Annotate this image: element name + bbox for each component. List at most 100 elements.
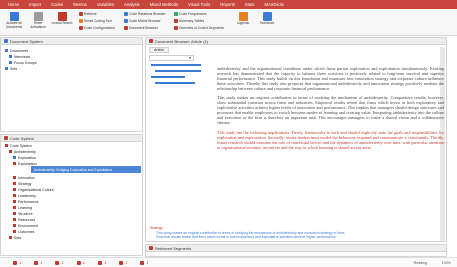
browser-tab[interactable]: Article [149,47,169,53]
overview-segments-button[interactable]: Overview of Coded Segments [174,26,224,30]
code-label: Structure [18,211,33,216]
summary-tables-button[interactable]: Summary Tables [174,19,204,23]
code-stripe-area [149,64,209,86]
reset-activations-label: Reset Activations [30,21,46,29]
menu-import[interactable]: Import [24,2,46,7]
code-row[interactable]: Resources [13,217,35,222]
code-row[interactable]: Performance [13,199,39,204]
code-system-title-text: Code System [10,135,35,141]
code-label: Organisational Culture [18,187,54,192]
code-label: Exploitation [18,161,37,166]
code-label: Innovation [18,175,35,180]
code-frequencies-button[interactable]: Code Frequencies [174,12,207,16]
retrieved-segments-panel: Retrieved Segments [145,244,447,257]
configurations-icon [79,26,83,30]
code-color-icon [13,188,16,191]
status-item[interactable]: 1 [55,260,64,265]
code-label: Resources [18,217,36,222]
code-row[interactable]: Ambidexterity [9,149,36,154]
status-item[interactable]: 1 [34,260,42,265]
menu-stats[interactable]: Stats [240,2,260,7]
code-stripe[interactable] [151,64,201,66]
code-stripe[interactable] [151,76,185,78]
document-browser-button[interactable]: Document Browser [124,26,158,30]
doc-tree-row[interactable]: Sets [5,66,17,71]
menu-reports[interactable]: Reports [215,2,240,7]
status-item[interactable]: 1 [119,260,127,265]
paragraph: This study makes an original contributio… [217,95,444,126]
retrieved-list: Strategy This study makes an original con… [150,226,440,240]
code-row[interactable]: Innovation [13,175,35,180]
menu-analysis[interactable]: Analysis [119,2,145,7]
code-matrix-button[interactable]: Code Matrix Browser [124,19,161,23]
smart-coding-button[interactable]: Smart Coding Tool [79,19,112,23]
ribbon: Activate all Documents Reset Activations… [0,9,457,36]
code-row[interactable]: Exploration [13,155,36,160]
code-row[interactable]: Leadership [13,193,36,198]
status-item[interactable]: 1 [97,260,106,265]
doc-tree-label: Focus Groups [14,60,37,65]
code-frequencies-label: Code Frequencies [179,12,207,16]
matrix-icon [124,19,128,23]
teamwork-button[interactable]: Teamwork [256,12,278,26]
code-tree-root[interactable]: Code System [5,143,32,148]
code-stripe[interactable] [155,82,195,84]
code-row[interactable]: Structure [13,211,33,216]
code-row[interactable]: Learning [13,205,32,210]
status-bar: 1 1 1 1 1 1 1 Reading 100% [0,257,457,267]
document-text[interactable]: ambidexterity and the organizational con… [217,66,444,154]
chevron-down-icon: ▾ [189,56,191,60]
lexical-search-button[interactable]: Lexical Search [51,12,73,26]
code-system-title: Code System [1,135,142,142]
code-row[interactable]: Organisational Culture [13,187,54,192]
code-row[interactable]: Outcomes [13,229,34,234]
activate-all-button[interactable]: Activate all Documents [3,12,25,29]
retrieved-row[interactable]: Empirical results reveal that firms whic… [150,235,440,240]
code-label: Outcomes [18,229,35,234]
status-item[interactable]: 1 [140,260,149,265]
code-color-icon [9,150,12,153]
code-tooltip: Ambidexterity: Bridging Exploration and … [31,166,141,173]
menu-codes[interactable]: Codes [46,2,68,7]
logbook-button[interactable]: Logbook [232,12,254,26]
status-item[interactable]: 1 [13,260,21,265]
logbook-icon [238,12,248,21]
reset-activations-button[interactable]: Reset Activations [27,12,49,29]
code-color-icon [13,156,16,159]
browser-tab-label: Article [154,48,164,52]
menu-visual-tools[interactable]: Visual Tools [183,2,215,7]
status-icon [76,260,81,265]
code-relations-button[interactable]: Code Relations Browser [124,12,166,16]
tooltip-text: Ambidexterity: Bridging Exploration and … [34,167,112,172]
code-row[interactable]: Environment [13,223,38,228]
code-color-icon [13,176,16,179]
document-system-icon [4,39,8,43]
status-item[interactable]: 1 [76,260,85,265]
retrieve-button[interactable]: Retrieve [79,12,97,16]
code-row[interactable]: Strategy [13,181,31,186]
code-row[interactable]: Sets [9,235,21,240]
doc-tree-row[interactable]: Interviews [9,54,30,59]
browser-dropdown[interactable]: ▾ [149,55,194,61]
code-color-icon [13,224,16,227]
doc-tree-row[interactable]: Focus Groups [9,60,37,65]
menu-memos[interactable]: Memos [68,2,92,7]
code-stripe[interactable] [155,70,201,72]
menu-mixed-methods[interactable]: Mixed Methods [145,2,183,7]
retrieved-segments-title: Retrieved Segments [146,245,446,252]
document-browser-title-text: Document Browser: Article (1) [155,38,209,44]
code-label: Sets [14,235,22,240]
reset-icon [33,12,43,21]
status-count: 1 [146,260,149,265]
doc-tree-row[interactable]: Documents [5,48,28,53]
retrieved-icon [149,246,153,250]
menu-maxdictio[interactable]: MAXDictio [259,2,289,7]
doc-tree-label: Sets [10,66,18,71]
logbook-label: Logbook [236,21,250,25]
menu-home[interactable]: Home [3,2,24,7]
relations-icon [124,12,128,16]
code-configurations-button[interactable]: Code Configurations [79,26,115,30]
document-browser-label: Document Browser [129,26,158,30]
menu-variables[interactable]: Variables [92,2,119,7]
code-color-icon [13,212,16,215]
